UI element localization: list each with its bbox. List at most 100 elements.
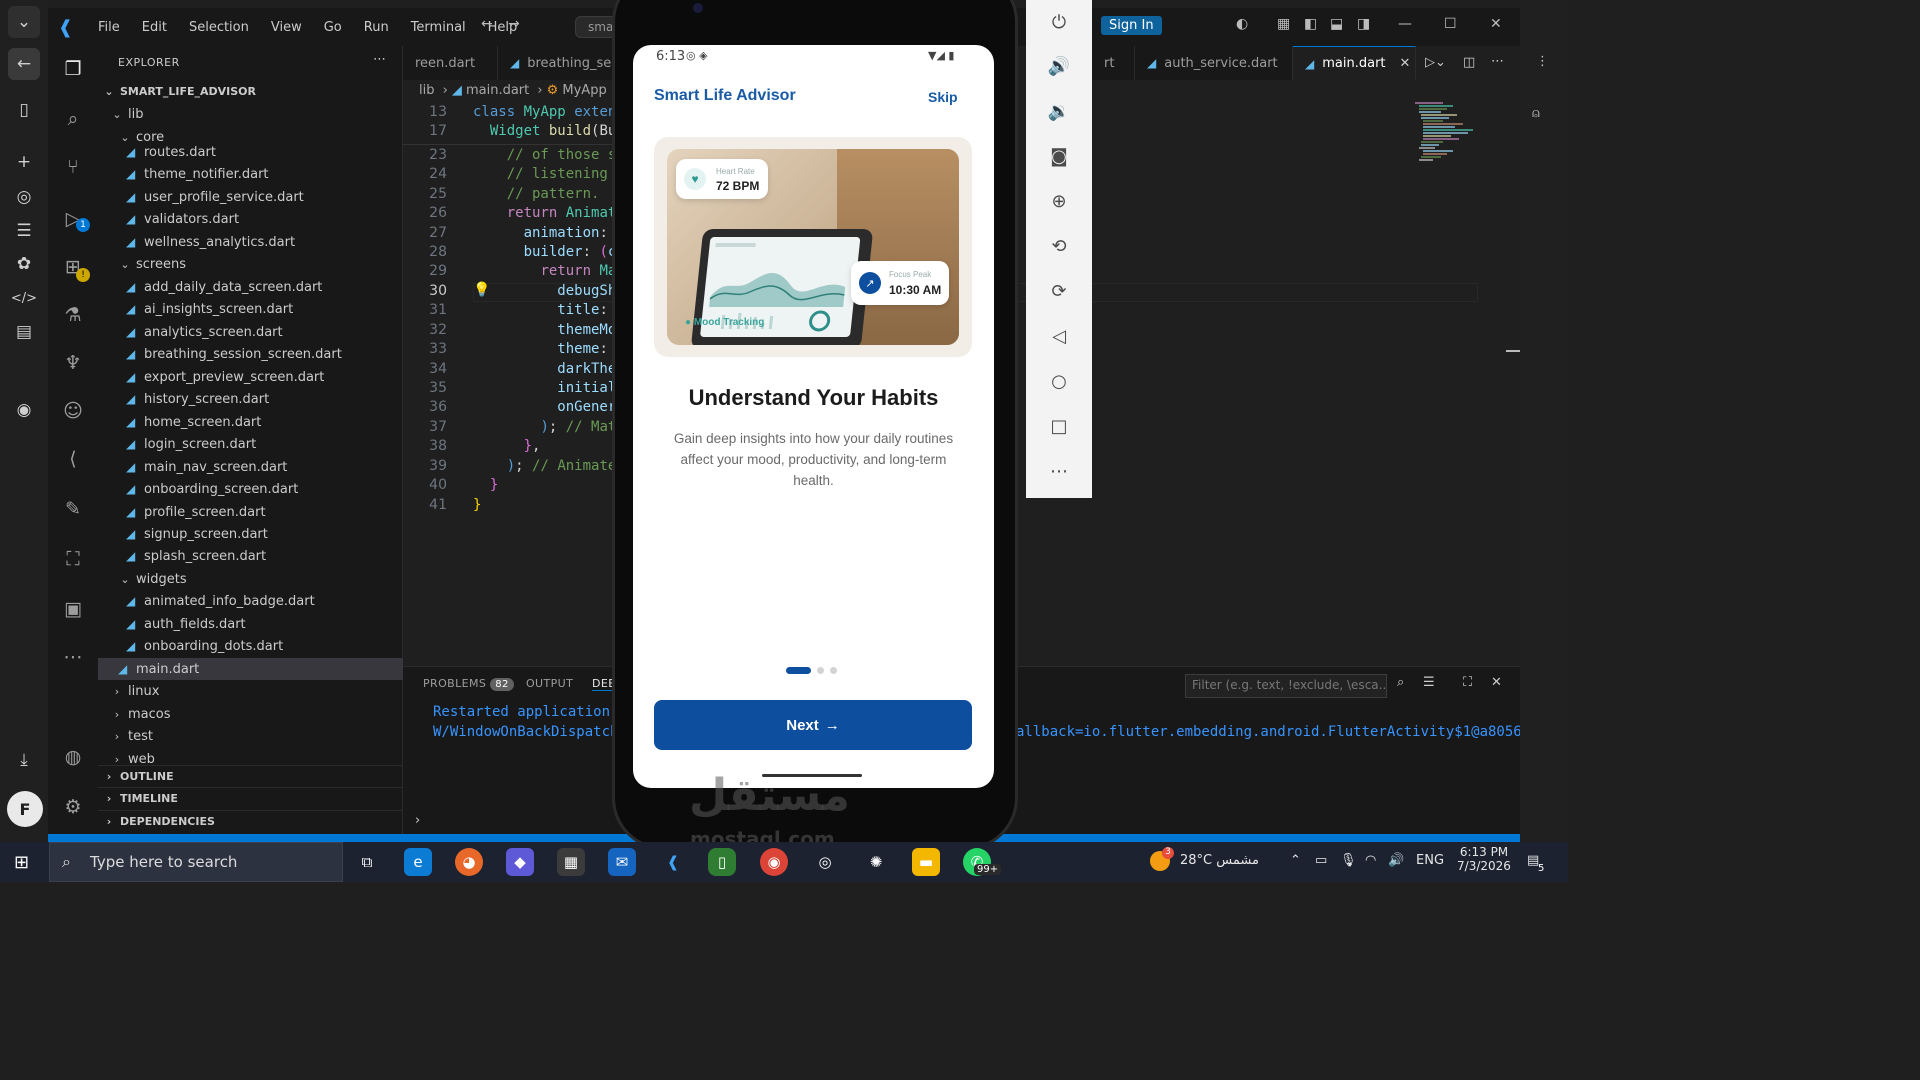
chat-icon[interactable]: ◎ bbox=[8, 181, 40, 213]
menu-terminal[interactable]: Terminal bbox=[411, 20, 466, 35]
close-panel-icon[interactable]: ✕ bbox=[1491, 675, 1502, 690]
split-editor-icon[interactable]: ◫ bbox=[1463, 55, 1475, 70]
rotate-right-icon[interactable]: ⟳ bbox=[1046, 278, 1072, 304]
search-icon[interactable]: ⌕ bbox=[1397, 675, 1404, 690]
edit-pen-icon[interactable]: ✎ bbox=[60, 496, 86, 522]
file-item[interactable]: ◢ onboarding_dots.dart bbox=[98, 635, 403, 657]
more-actions-icon[interactable]: ⋯ bbox=[373, 52, 386, 67]
folder-screens[interactable]: ⌄ screens bbox=[98, 253, 403, 275]
tab-auth-service[interactable]: ◢ auth_service.dart bbox=[1135, 46, 1293, 80]
next-button[interactable]: Next → bbox=[654, 700, 972, 750]
windows-start-icon[interactable]: ⊞ bbox=[14, 852, 29, 873]
briefcase-icon[interactable]: ▤ bbox=[8, 316, 40, 348]
home-circle-icon[interactable]: ○ bbox=[1046, 368, 1072, 394]
folder-linux[interactable]: › linux bbox=[98, 680, 403, 702]
folder-lib[interactable]: ⌄ lib bbox=[98, 103, 403, 125]
file-item[interactable]: ◢ signup_screen.dart bbox=[98, 523, 403, 545]
folder-widgets[interactable]: ⌄ widgets bbox=[98, 568, 403, 590]
tab-output[interactable]: OUTPUT bbox=[526, 677, 573, 690]
menu-go[interactable]: Go bbox=[324, 20, 342, 35]
copilot-ghost-icon[interactable]: ⍝ bbox=[1532, 106, 1540, 121]
toggle-sidebar-icon[interactable]: ◧ bbox=[1304, 16, 1317, 32]
tab-breathing-session[interactable]: ◢ breathing_sessio bbox=[498, 46, 636, 80]
file-item[interactable]: ◢ history_screen.dart bbox=[98, 388, 403, 410]
store-icon[interactable]: ▦ bbox=[557, 848, 585, 876]
maximize-panel-icon[interactable]: ⛶ bbox=[1463, 675, 1472, 690]
more-views-icon[interactable]: ⋯ bbox=[60, 644, 86, 670]
breadcrumb-file[interactable]: main.dart bbox=[466, 83, 529, 98]
breadcrumb-class[interactable]: MyApp bbox=[562, 83, 606, 98]
new-tab-icon[interactable]: + bbox=[8, 146, 40, 178]
file-item[interactable]: ◢ onboarding_screen.dart bbox=[98, 478, 403, 500]
section-dependencies[interactable]: › DEPENDENCIES bbox=[98, 810, 403, 832]
chevron-down-icon[interactable]: ⌄ bbox=[8, 6, 40, 38]
breadcrumb-folder[interactable]: lib bbox=[419, 83, 434, 98]
sign-in-button[interactable]: Sign In bbox=[1101, 16, 1162, 35]
tab-problems[interactable]: PROBLEMS 82 bbox=[423, 677, 514, 691]
avatar[interactable]: F bbox=[7, 791, 43, 827]
language-indicator[interactable]: ENG bbox=[1416, 853, 1444, 868]
search-icon[interactable]: ⌕ bbox=[60, 106, 86, 132]
file-item[interactable]: ◢ theme_notifier.dart bbox=[98, 163, 403, 185]
file-item[interactable]: ◢ export_preview_screen.dart bbox=[98, 366, 403, 388]
file-main-dart[interactable]: ◢ main.dart bbox=[98, 658, 403, 680]
tab-partial[interactable]: rt bbox=[1092, 46, 1135, 80]
file-explorer-icon[interactable]: ▬ bbox=[912, 848, 940, 876]
inspect-widget-icon[interactable]: ⛶ bbox=[60, 546, 86, 572]
zoom-icon[interactable]: ⊕ bbox=[1046, 188, 1072, 214]
settings-gear-icon[interactable]: ⚙ bbox=[60, 794, 86, 820]
clear-console-icon[interactable]: ☰ bbox=[1423, 675, 1435, 690]
file-item[interactable]: ◢ auth_fields.dart bbox=[98, 613, 403, 635]
collections-icon[interactable]: ☰ bbox=[8, 215, 40, 247]
tray-chevron-icon[interactable]: ⌃ bbox=[1290, 853, 1301, 868]
close-window-icon[interactable]: ✕ bbox=[1490, 16, 1502, 32]
file-item[interactable]: ◢ breathing_session_screen.dart bbox=[98, 343, 403, 365]
menu-view[interactable]: View bbox=[271, 20, 302, 35]
testing-icon[interactable]: ⚗ bbox=[60, 302, 86, 328]
source-control-icon[interactable]: ⑂ bbox=[60, 154, 86, 180]
weather-text[interactable]: 28°C مشمس bbox=[1180, 853, 1259, 868]
file-item[interactable]: ◢ splash_screen.dart bbox=[98, 545, 403, 567]
volume-up-icon[interactable]: 🔊 bbox=[1046, 53, 1072, 79]
copilot-chat-icon[interactable]: ☺ bbox=[60, 398, 86, 424]
folder-macos[interactable]: › macos bbox=[98, 703, 403, 725]
games-icon[interactable]: ✿ bbox=[8, 248, 40, 280]
power-icon[interactable]: ⏻ bbox=[1046, 9, 1072, 35]
palette-icon[interactable]: ◉ bbox=[8, 394, 40, 426]
back-triangle-icon[interactable]: ◁ bbox=[1046, 323, 1072, 349]
minimap[interactable] bbox=[1413, 100, 1483, 170]
flutter-icon[interactable]: ⟨ bbox=[60, 446, 86, 472]
obs-icon[interactable]: ◎ bbox=[811, 848, 839, 876]
volume-down-icon[interactable]: 🔉 bbox=[1046, 98, 1072, 124]
console-input-chevron-icon[interactable]: › bbox=[415, 813, 420, 828]
nav-back-icon[interactable]: ← bbox=[481, 16, 493, 32]
outlook-icon[interactable]: ✉ bbox=[608, 848, 636, 876]
minimize-icon[interactable]: — bbox=[1398, 16, 1412, 32]
python-icon[interactable]: ♆ bbox=[60, 350, 86, 376]
wifi-icon[interactable]: ◠ bbox=[1365, 853, 1376, 868]
explorer-icon[interactable]: ❐ bbox=[60, 56, 86, 82]
sidebar-toggle-icon[interactable]: ▯ bbox=[8, 94, 40, 126]
file-item[interactable]: ◢ analytics_screen.dart bbox=[98, 321, 403, 343]
layout-customize-icon[interactable]: ▦ bbox=[1277, 16, 1290, 32]
clock[interactable]: 6:13 PM 7/3/2026 bbox=[1455, 845, 1513, 873]
menu-edit[interactable]: Edit bbox=[142, 20, 167, 35]
camera-icon[interactable]: ◙ bbox=[1046, 143, 1072, 169]
editor-more-icon[interactable]: ⋯ bbox=[1491, 54, 1504, 69]
android-studio-icon[interactable]: ▯ bbox=[708, 848, 736, 876]
file-item[interactable]: ◢ profile_screen.dart bbox=[98, 501, 403, 523]
menu-run[interactable]: Run bbox=[364, 20, 389, 35]
microphone-icon[interactable]: 🎙 bbox=[1340, 853, 1357, 868]
remote-explorer-icon[interactable]: ▣ bbox=[60, 596, 86, 622]
section-outline[interactable]: › OUTLINE bbox=[98, 765, 403, 787]
folder-test[interactable]: › test bbox=[98, 725, 403, 747]
chrome-icon[interactable]: ◉ bbox=[760, 848, 788, 876]
copilot-icon[interactable]: ◐ bbox=[1236, 16, 1248, 32]
file-item[interactable]: ◢ home_screen.dart bbox=[98, 411, 403, 433]
chatgpt-icon[interactable]: ✺ bbox=[862, 848, 890, 876]
code-icon[interactable]: </> bbox=[8, 282, 40, 314]
more-vert-icon[interactable]: ⋮ bbox=[1536, 54, 1549, 69]
file-item[interactable]: ◢ ai_insights_screen.dart bbox=[98, 298, 403, 320]
maximize-icon[interactable]: ☐ bbox=[1444, 16, 1457, 32]
close-tab-icon[interactable]: ✕ bbox=[1400, 56, 1411, 71]
